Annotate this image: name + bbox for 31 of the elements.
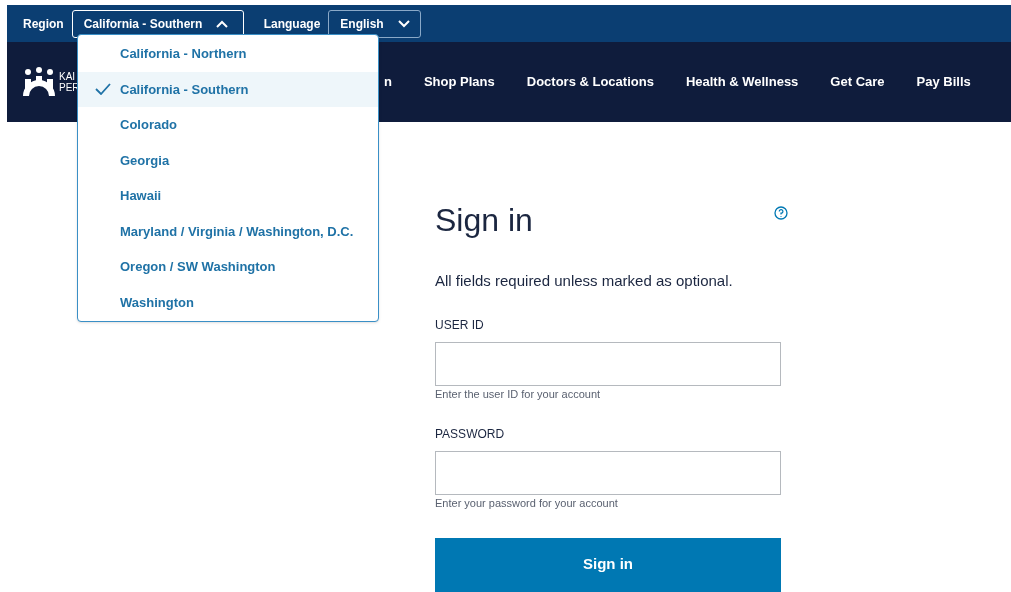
region-option[interactable]: Oregon / SW Washington [78,249,378,285]
field-hint: Enter the user ID for your account [435,386,602,401]
region-option[interactable]: California - Southern [78,71,378,107]
page-title: Sign in [435,201,533,240]
chevron-down-icon [397,19,410,28]
logo-text: KAI [59,71,77,82]
nav-link[interactable]: Shop Plans [423,72,495,92]
field-label: USER ID [435,317,485,332]
logo-icon [22,67,56,97]
region-option[interactable]: Colorado [78,107,378,143]
nav-link[interactable]: Health & Wellness [685,72,799,92]
region-label: Region [23,15,64,33]
text-input[interactable] [435,450,781,495]
sign-in-button[interactable]: Sign in [435,537,781,592]
nav-link[interactable]: Get Care [830,72,885,92]
nav-link[interactable]: Doctors & Locations [526,72,654,92]
check-icon [95,83,111,96]
field-label: PASSWORD [435,426,506,441]
nav-link[interactable]: n [384,72,392,92]
region-option[interactable]: Washington [78,284,378,320]
nav-link[interactable]: Pay Bills [916,72,971,92]
field-hint: Enter your password for your account [435,495,619,510]
region-option[interactable]: Georgia [78,142,378,178]
required-note: All fields required unless marked as optional. [435,271,734,291]
chevron-up-icon [216,19,229,28]
region-option[interactable]: Maryland / Virginia / Washington, D.C. [78,213,378,249]
help-icon[interactable] [774,206,788,220]
region-option[interactable]: California - Northern [78,36,378,72]
region-option[interactable]: Hawaii [78,178,378,214]
language-label: Language [263,15,321,33]
text-input[interactable] [435,341,781,386]
